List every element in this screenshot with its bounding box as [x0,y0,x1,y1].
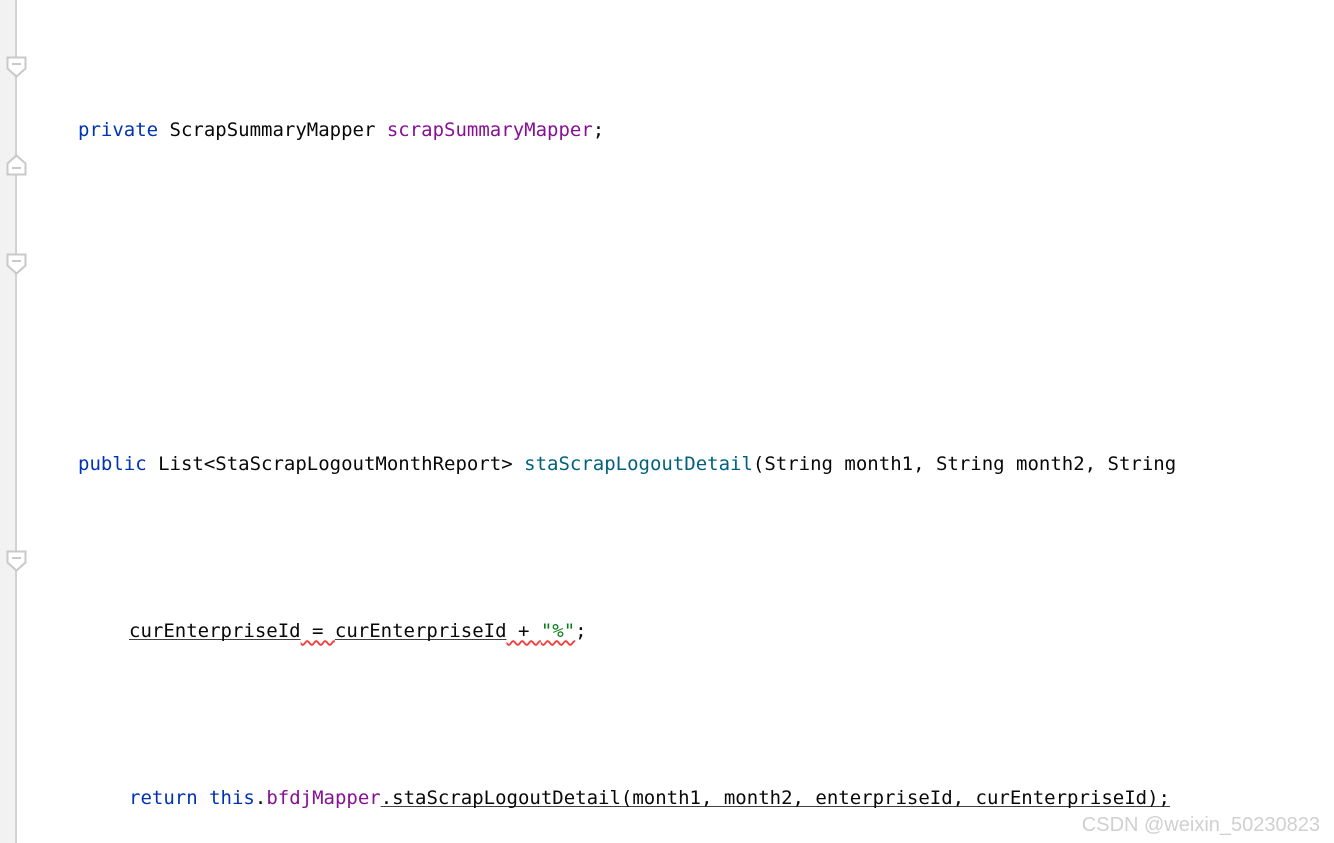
code-line-blank[interactable] [0,281,1334,314]
field-name: scrapSummaryMapper [386,118,593,141]
code-editor[interactable]: private ScrapSummaryMapper scrapSummaryM… [0,0,1334,843]
semicolon: ; [575,619,587,642]
editor-gutter[interactable] [0,0,15,843]
fold-collapse-down-icon[interactable] [6,253,27,275]
keyword-public: public [78,452,147,475]
string-literal-percent: "%" [540,619,576,642]
semicolon: ; [592,118,605,141]
parameter-list: (String month1, String month2, String [752,452,1177,475]
code-line[interactable]: public List<StaScrapLogoutMonthReport> s… [0,448,1334,481]
fold-rail-segment [15,176,17,253]
fold-rail-segment [15,572,17,843]
fold-collapse-down-icon[interactable] [6,56,27,78]
fold-collapse-down-icon[interactable] [6,550,27,572]
keyword-return: return [129,786,198,809]
csdn-watermark: CSDN @weixin_50230823 [1081,814,1320,836]
method-call-staScrapLogoutDetail: .staScrapLogoutDetail(month1, month2, en… [380,786,1170,809]
operator-assign: = [300,619,335,642]
dot: . [254,786,267,809]
fold-rail-segment [15,78,17,154]
fold-rail-segment [15,275,17,550]
operator-plus: + [506,619,541,642]
keyword-this: this [209,786,255,809]
code-line[interactable]: curEnterpriseId = curEnterpriseId + "%"; [0,615,1334,648]
code-line[interactable]: private ScrapSummaryMapper scrapSummaryM… [0,114,1334,147]
method-name-staScrapLogoutDetail: staScrapLogoutDetail [524,452,753,475]
fold-rail-segment [15,0,17,56]
local-var-curEnterpriseId: curEnterpriseId [129,619,301,642]
type-name: ScrapSummaryMapper [158,118,387,141]
return-type: List<StaScrapLogoutMonthReport> [146,452,525,475]
code-text-area[interactable]: private ScrapSummaryMapper scrapSummaryM… [0,0,1334,843]
keyword-private: private [78,118,159,141]
code-line[interactable]: return this.bfdjMapper.staScrapLogoutDet… [0,782,1334,815]
local-var-curEnterpriseId-rhs: curEnterpriseId [334,619,507,642]
fold-collapse-up-icon[interactable] [6,154,27,176]
field-bfdjMapper: bfdjMapper [266,786,381,809]
